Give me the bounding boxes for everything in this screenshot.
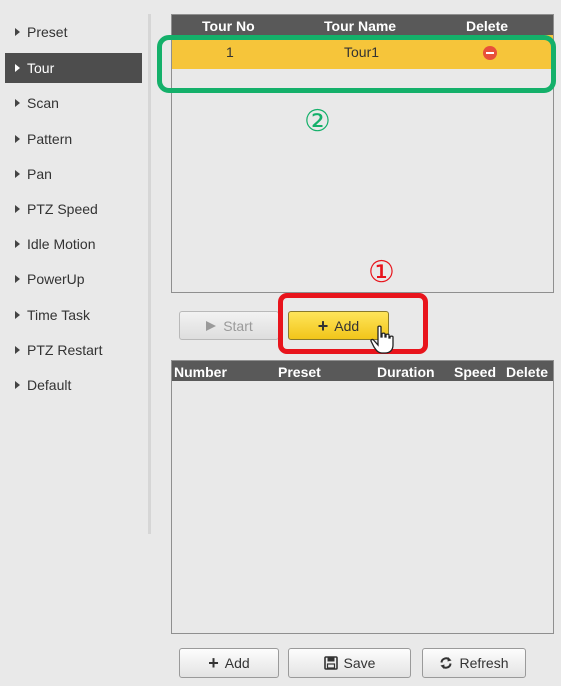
caret-right-icon	[15, 135, 20, 143]
sidebar-item-label: PowerUp	[27, 271, 85, 287]
caret-right-icon	[15, 28, 20, 36]
caret-right-icon	[15, 346, 20, 354]
sidebar-item-ptz-speed[interactable]: PTZ Speed	[5, 194, 142, 224]
column-header-tour-no: Tour No	[202, 18, 255, 34]
step-marker-2: ②	[304, 104, 331, 139]
save-button[interactable]: Save	[288, 648, 411, 678]
sidebar-item-label: Pattern	[27, 131, 73, 147]
column-header-delete: Delete	[506, 364, 549, 380]
caret-right-icon	[15, 311, 20, 319]
play-icon	[206, 320, 217, 331]
caret-right-icon	[15, 170, 20, 178]
refresh-button-label: Refresh	[459, 655, 509, 671]
sidebar-divider	[148, 14, 151, 534]
sidebar-item-powerup[interactable]: PowerUp	[5, 264, 142, 294]
column-header-preset: Preset	[278, 364, 321, 380]
column-header-number: Number	[174, 364, 227, 380]
sidebar-item-tour[interactable]: Tour	[5, 53, 142, 83]
caret-right-icon	[15, 205, 20, 213]
add-preset-button-label: Add	[224, 655, 250, 671]
sidebar-item-label: Tour	[27, 60, 55, 76]
tour-table-header: Tour No Tour Name Delete	[172, 15, 553, 35]
refresh-icon	[440, 657, 452, 669]
highlight-box-add-button	[278, 293, 428, 354]
ptz-sidebar: Preset Tour Scan Pattern Pan PTZ Speed I…	[0, 0, 150, 686]
sidebar-item-scan[interactable]: Scan	[5, 88, 142, 118]
floppy-disk-icon	[323, 656, 338, 670]
sidebar-item-idle-motion[interactable]: Idle Motion	[5, 229, 142, 259]
sidebar-item-pattern[interactable]: Pattern	[5, 124, 142, 154]
sidebar-item-pan[interactable]: Pan	[5, 159, 142, 189]
sidebar-item-label: Preset	[27, 24, 68, 40]
column-header-speed: Speed	[454, 364, 497, 380]
sidebar-item-label: PTZ Speed	[27, 201, 98, 217]
sidebar-item-label: Scan	[27, 95, 59, 111]
sidebar-item-preset[interactable]: Preset	[5, 17, 142, 47]
sidebar-item-time-task[interactable]: Time Task	[5, 300, 142, 330]
sidebar-item-label: Pan	[27, 166, 52, 182]
highlight-box-tour-row	[157, 35, 556, 93]
caret-right-icon	[15, 64, 20, 72]
save-button-label: Save	[343, 655, 376, 671]
sidebar-item-label: Default	[27, 377, 72, 393]
column-header-duration: Duration	[377, 364, 435, 380]
plus-icon: +	[208, 653, 219, 673]
add-preset-button[interactable]: + Add	[179, 648, 279, 678]
sidebar-item-label: PTZ Restart	[27, 342, 103, 358]
caret-right-icon	[15, 381, 20, 389]
column-header-tour-name: Tour Name	[324, 18, 397, 34]
tour-preset-table: Number Preset Duration Speed Delete	[171, 360, 554, 634]
sidebar-item-label: Idle Motion	[27, 236, 96, 252]
start-button[interactable]: Start	[179, 311, 279, 340]
preset-table-header: Number Preset Duration Speed Delete	[172, 361, 553, 381]
caret-right-icon	[15, 275, 20, 283]
sidebar-item-default[interactable]: Default	[5, 370, 142, 400]
caret-right-icon	[15, 99, 20, 107]
start-button-label: Start	[223, 317, 253, 334]
hand-cursor-icon	[370, 325, 394, 354]
step-marker-1: ①	[368, 255, 395, 290]
caret-right-icon	[15, 240, 20, 248]
refresh-button[interactable]: Refresh	[422, 648, 526, 678]
sidebar-item-label: Time Task	[27, 307, 91, 323]
column-header-delete: Delete	[466, 18, 509, 34]
sidebar-item-ptz-restart[interactable]: PTZ Restart	[5, 335, 142, 365]
